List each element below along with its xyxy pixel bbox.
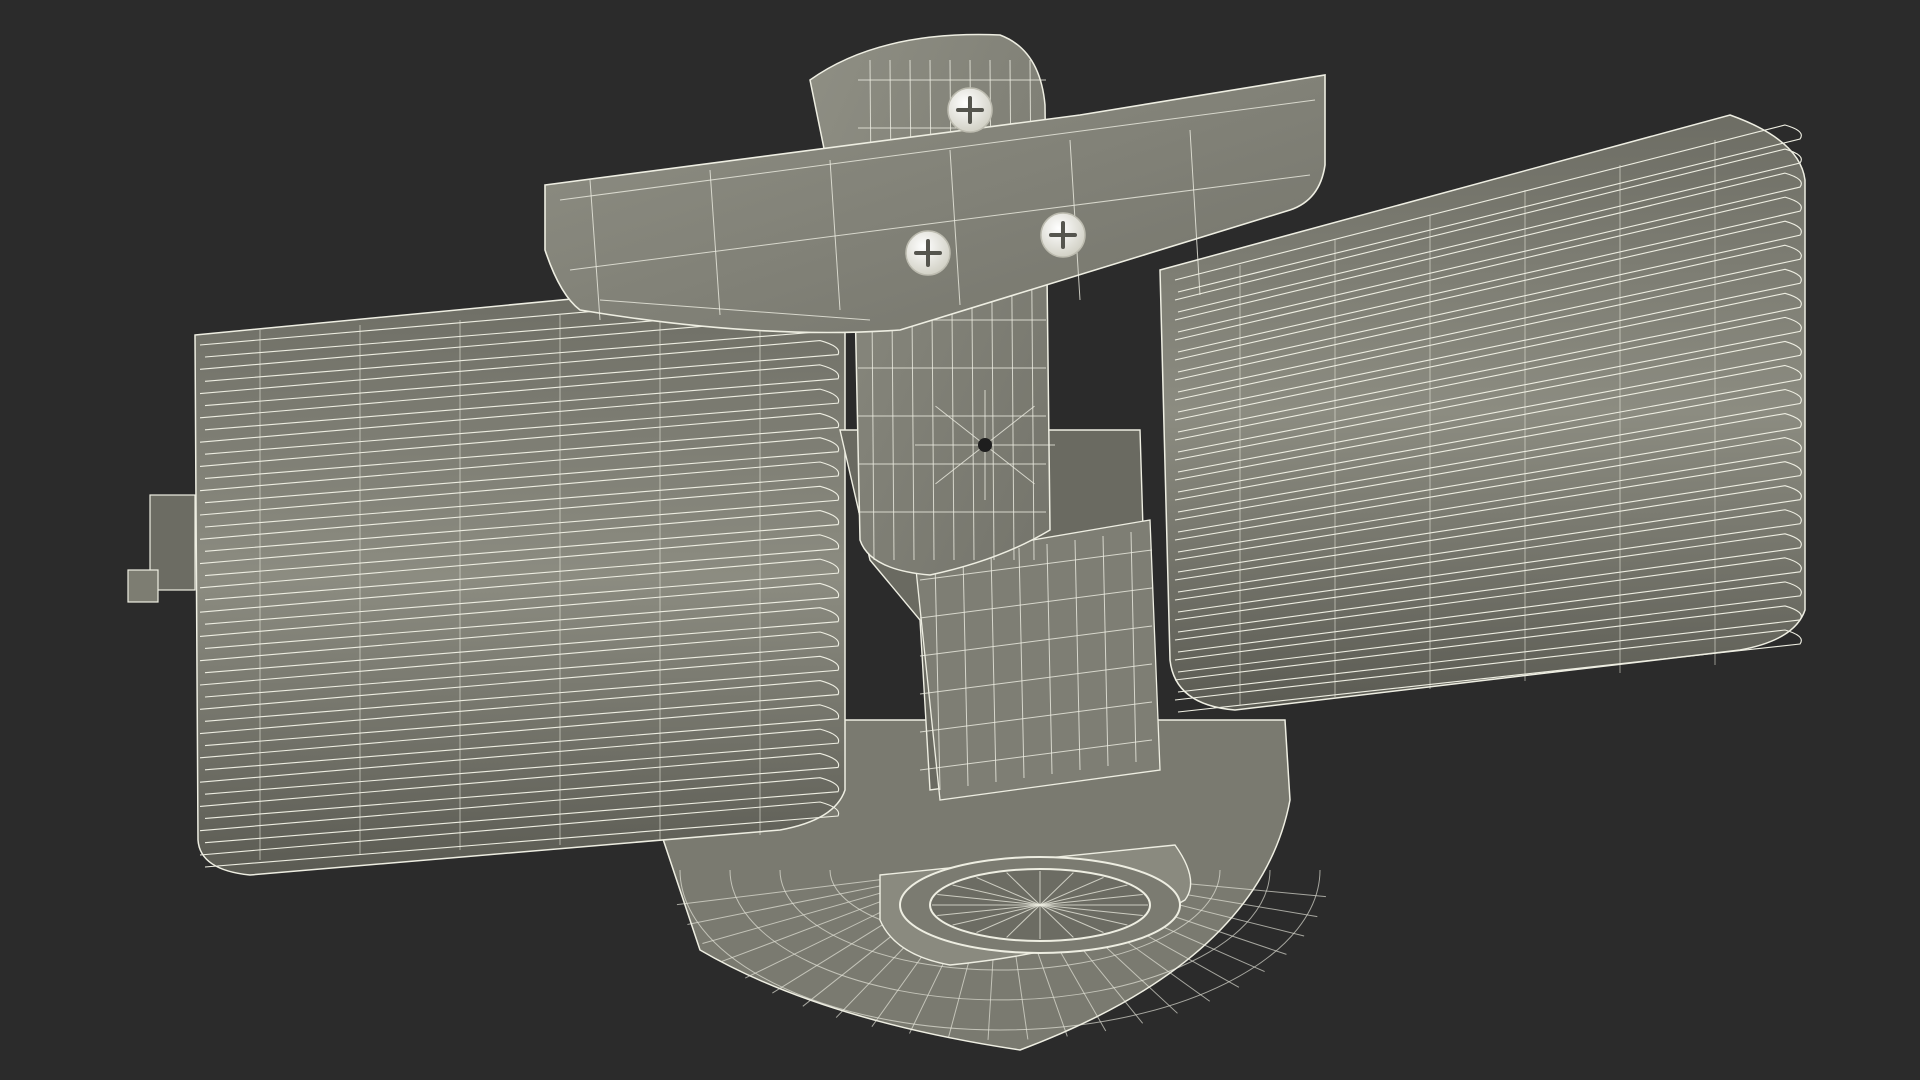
wireframe-model [127,33,1806,1051]
center-hole [978,438,992,452]
left-blower-barrel [127,279,846,876]
left-shaft-tip [127,569,159,603]
screw [1040,212,1086,258]
screw [905,230,951,276]
screw [947,87,993,133]
render-viewport [0,0,1920,1080]
